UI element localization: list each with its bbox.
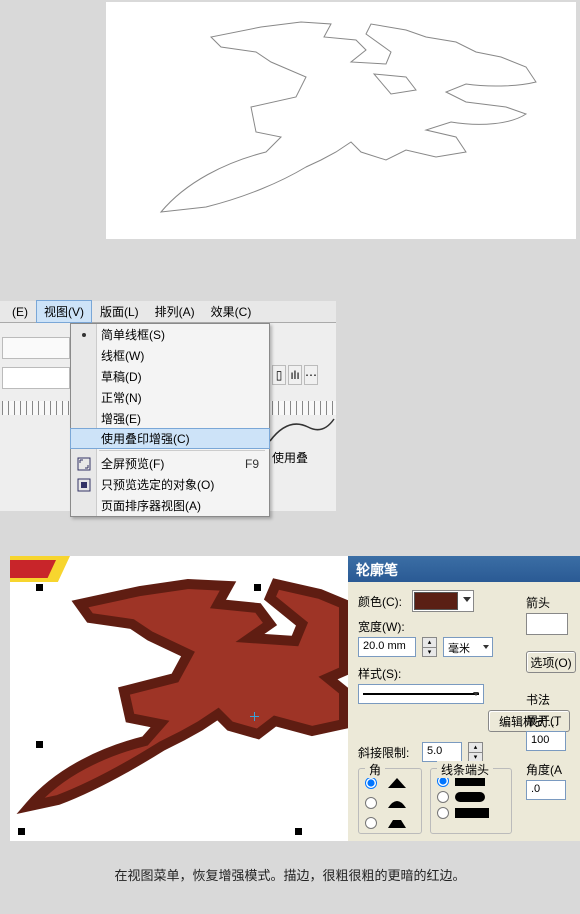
style-label: 样式(S):	[358, 665, 406, 682]
width-unit-select[interactable]: 毫米	[443, 637, 493, 657]
linecap-fieldset: 线条端头	[430, 768, 512, 834]
selection-handle[interactable]	[295, 828, 302, 835]
menu-item-label: 页面排序器视图(A)	[101, 497, 201, 514]
selection-handle[interactable]	[254, 584, 261, 591]
pivot-marker[interactable]	[250, 712, 259, 721]
width-label: 宽度(W):	[358, 618, 406, 635]
miter-label: 斜接限制:	[358, 744, 416, 761]
menubar: (E) 视图(V) 版面(L) 排列(A) 效果(C)	[0, 301, 336, 323]
outline-artwork	[106, 2, 576, 239]
menu-effects[interactable]: 效果(C)	[203, 300, 260, 323]
color-label: 颜色(C):	[358, 593, 406, 610]
menu-separator	[99, 450, 265, 451]
menu-item-label: 只预览选定的对象(O)	[101, 476, 214, 493]
cap-radio[interactable]	[437, 807, 449, 819]
round-cap-icon	[455, 792, 485, 802]
bevel-corner-icon	[383, 815, 411, 831]
options-button[interactable]: 选项(O)	[526, 651, 576, 673]
menu-item-label: 简单线框(S)	[101, 326, 165, 343]
menu-layout[interactable]: 版面(L)	[92, 300, 147, 323]
arrow-label: 箭头	[526, 594, 576, 611]
corner-fieldset: 角	[358, 768, 422, 834]
toolbar-icons: ▯ ılı ⋯	[272, 365, 318, 385]
corner-radio[interactable]	[365, 797, 377, 809]
menu-simple-wireframe[interactable]: 简单线框(S)	[71, 324, 269, 345]
color-swatch	[414, 592, 458, 610]
selection-handle[interactable]	[18, 828, 25, 835]
fullscreen-icon	[76, 456, 92, 472]
corner-bevel-option[interactable]	[365, 815, 415, 831]
menu-edit[interactable]: (E)	[4, 302, 36, 322]
dialog-right-column: 箭头 选项(O) 书法 展开(T 100 角度(A .0	[522, 586, 580, 804]
menu-shortcut: F9	[245, 457, 259, 471]
miter-corner-icon	[383, 775, 411, 791]
menu-page-sorter[interactable]: 页面排序器视图(A)	[71, 495, 269, 516]
corner-legend: 角	[365, 761, 385, 778]
menu-overprint-enhanced[interactable]: 使用叠印增强(C)	[70, 428, 270, 449]
menu-view[interactable]: 视图(V)	[36, 300, 92, 323]
menu-section: ▯ ılı ⋯ 使用叠 (E) 视图(V) 版面(L) 排列(A) 效果(C) …	[0, 301, 336, 511]
view-dropdown: 简单线框(S) 线框(W) 草稿(D) 正常(N) 增强(E) 使用叠印增强(C…	[70, 323, 270, 517]
outline-pen-section: 轮廓笔 颜色(C): 宽度(W): 20.0 mm ▴▾ 毫米 样式(S):	[10, 556, 580, 841]
red-stroke-shape	[10, 556, 348, 841]
angle-input[interactable]: .0	[526, 780, 566, 800]
linecap-legend: 线条端头	[437, 761, 493, 778]
miter-spinner[interactable]: ▴▾	[468, 742, 483, 762]
round-corner-icon	[383, 795, 411, 811]
outline-pen-dialog: 轮廓笔 颜色(C): 宽度(W): 20.0 mm ▴▾ 毫米 样式(S):	[348, 556, 580, 841]
stretch-input[interactable]: 100	[526, 731, 566, 751]
color-picker[interactable]	[412, 590, 474, 612]
menu-item-label: 草稿(D)	[101, 368, 142, 385]
menu-enhanced[interactable]: 增强(E)	[71, 408, 269, 429]
bars-icon[interactable]: ılı	[288, 365, 302, 385]
miter-input[interactable]: 5.0	[422, 742, 462, 762]
cap-radio[interactable]	[437, 791, 449, 803]
menu-fullscreen-preview[interactable]: 全屏预览(F) F9	[71, 453, 269, 474]
more-icon[interactable]: ⋯	[304, 365, 318, 385]
menu-arrange[interactable]: 排列(A)	[147, 300, 203, 323]
width-input[interactable]: 20.0 mm	[358, 637, 416, 657]
stretch-label: 展开(T	[526, 712, 576, 729]
bullet-icon	[76, 327, 92, 343]
square-cap-icon	[455, 808, 489, 818]
cap-square-option[interactable]	[437, 807, 505, 819]
menu-normal[interactable]: 正常(N)	[71, 387, 269, 408]
calligraphy-label: 书法	[526, 691, 576, 708]
width-spinner[interactable]: ▴▾	[422, 637, 437, 657]
dialog-title: 轮廓笔	[348, 556, 580, 582]
chart-icon[interactable]: ▯	[272, 365, 286, 385]
selection-handle[interactable]	[36, 584, 43, 591]
preview-selected-icon	[76, 477, 92, 493]
curve-preview	[268, 415, 336, 445]
menu-item-label: 线框(W)	[101, 347, 144, 364]
menu-item-label: 增强(E)	[101, 410, 141, 427]
menu-item-label: 全屏预览(F)	[101, 455, 164, 472]
arrow-start-select[interactable]	[526, 613, 568, 635]
cap-round-option[interactable]	[437, 791, 505, 803]
menu-draft[interactable]: 草稿(D)	[71, 366, 269, 387]
angle-label: 角度(A	[526, 761, 576, 778]
corner-radio[interactable]	[365, 817, 377, 829]
menu-item-label: 使用叠印增强(C)	[101, 430, 190, 447]
menu-preview-selected[interactable]: 只预览选定的对象(O)	[71, 474, 269, 495]
corner-radio[interactable]	[365, 777, 377, 789]
style-select[interactable]	[358, 684, 484, 704]
stroked-artwork	[10, 556, 348, 841]
menu-wireframe[interactable]: 线框(W)	[71, 345, 269, 366]
caption-text: 在视图菜单，恢复增强模式。描边，很粗很粗的更暗的红边。	[0, 865, 580, 914]
outline-canvas	[106, 2, 576, 239]
menu-item-label: 正常(N)	[101, 389, 142, 406]
toolbar-field-2	[2, 367, 70, 389]
bg-overprint-label: 使用叠	[272, 449, 308, 466]
toolbar-field-1	[2, 337, 70, 359]
selection-handle[interactable]	[36, 741, 43, 748]
corner-round-option[interactable]	[365, 795, 415, 811]
